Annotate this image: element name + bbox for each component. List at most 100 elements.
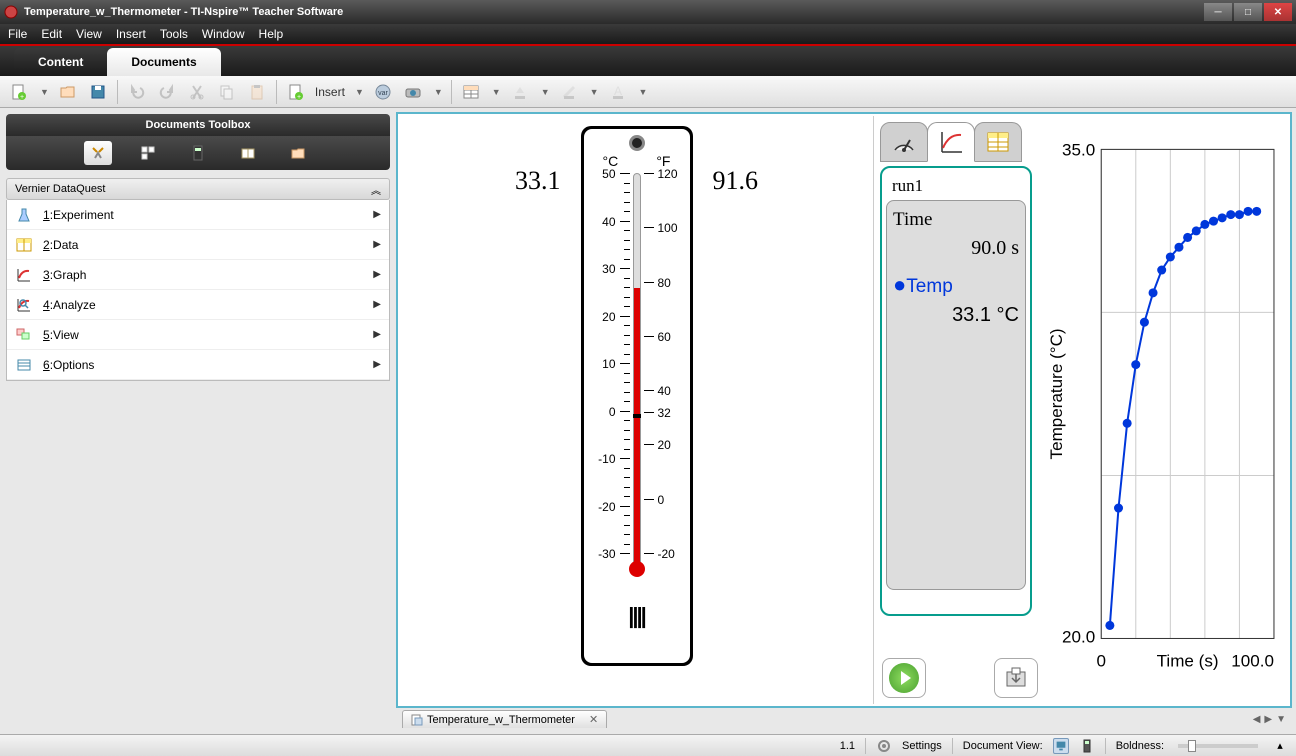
- f-tick-label: -20: [658, 547, 698, 561]
- menu-window[interactable]: Window: [202, 27, 245, 41]
- dq-start-button[interactable]: [882, 658, 926, 698]
- svg-text:Temperature (°C): Temperature (°C): [1047, 328, 1066, 459]
- menu-analyze[interactable]: 4:Analyze ▶: [7, 290, 389, 320]
- variable-button[interactable]: var: [372, 81, 394, 103]
- c-tick-label: -10: [576, 452, 616, 466]
- maximize-button[interactable]: □: [1234, 3, 1262, 21]
- paste-button[interactable]: [246, 81, 268, 103]
- redo-button[interactable]: [156, 81, 178, 103]
- line-color-button[interactable]: [558, 81, 580, 103]
- menu-tools[interactable]: Tools: [160, 27, 188, 41]
- table-dropdown-icon[interactable]: ▼: [492, 87, 501, 97]
- status-docview-label: Document View:: [963, 740, 1043, 752]
- text-color-button[interactable]: A: [607, 81, 629, 103]
- menu-data[interactable]: 2:Data ▶: [7, 230, 389, 260]
- thermometer-tube: [633, 173, 641, 568]
- dq-tab-graph[interactable]: [927, 122, 975, 162]
- menu-file[interactable]: File: [8, 27, 27, 41]
- undo-button[interactable]: [126, 81, 148, 103]
- docview-handheld-icon[interactable]: [1079, 738, 1095, 754]
- toolbox-utilities-icon[interactable]: [234, 141, 262, 165]
- dq-temp-label: Temp: [906, 276, 952, 297]
- thermometer-hanger-icon: [629, 135, 645, 151]
- dq-series-marker-icon: ●: [893, 272, 906, 297]
- dq-run-label[interactable]: run1: [886, 172, 1026, 200]
- document-page: 33.1 °C °F 50403020100-10-20-30: [396, 112, 1292, 708]
- close-button[interactable]: ✕: [1264, 3, 1292, 21]
- menu-help[interactable]: Help: [259, 27, 284, 41]
- settings-icon[interactable]: [876, 738, 892, 754]
- app-icon: [4, 5, 18, 19]
- svg-text:A: A: [614, 84, 622, 98]
- insert-dropdown-icon[interactable]: ▼: [355, 87, 364, 97]
- menu-graph[interactable]: 3:Graph ▶: [7, 260, 389, 290]
- docview-computer-icon[interactable]: [1053, 738, 1069, 754]
- copy-button[interactable]: [216, 81, 238, 103]
- svg-text:+: +: [297, 94, 301, 101]
- svg-text:35.0: 35.0: [1062, 140, 1095, 159]
- toolbox-page-sorter-icon[interactable]: [134, 141, 162, 165]
- dq-info-box: Time 90.0 s ●Temp 33.1 °C: [886, 200, 1026, 590]
- fahrenheit-value: 91.6: [713, 126, 759, 196]
- c-tick-label: 30: [576, 262, 616, 276]
- line-dropdown-icon[interactable]: ▼: [590, 87, 599, 97]
- tab-documents[interactable]: Documents: [107, 48, 220, 76]
- temperature-chart[interactable]: 35.020.00100.0Time (s)Temperature (°C): [1046, 122, 1282, 698]
- insert-label: Insert: [315, 85, 345, 99]
- menu-view[interactable]: View: [76, 27, 102, 41]
- menu-edit[interactable]: Edit: [41, 27, 62, 41]
- screen-capture-button[interactable]: [402, 81, 424, 103]
- c-tick-label: 50: [576, 167, 616, 181]
- cut-button[interactable]: [186, 81, 208, 103]
- minimize-button[interactable]: ─: [1204, 3, 1232, 21]
- document-tab[interactable]: Temperature_w_Thermometer ✕: [402, 710, 607, 728]
- menu-view[interactable]: 5:View ▶: [7, 320, 389, 350]
- tab-content[interactable]: Content: [14, 48, 107, 76]
- document-tab-name: Temperature_w_Thermometer: [427, 714, 575, 726]
- c-tick-label: 20: [576, 310, 616, 324]
- dq-tab-meter[interactable]: [880, 122, 928, 162]
- toolbox-tools-icon[interactable]: [84, 141, 112, 165]
- boldness-up-icon[interactable]: ▴: [1272, 738, 1288, 754]
- open-document-button[interactable]: [57, 81, 79, 103]
- menu-insert[interactable]: Insert: [116, 27, 146, 41]
- f-tick-label: 60: [658, 330, 698, 344]
- vendor-section-header[interactable]: Vernier DataQuest ︽: [6, 178, 390, 200]
- thermometer-display-area: 33.1 °C °F 50403020100-10-20-30: [400, 116, 873, 704]
- new-document-button[interactable]: +: [8, 81, 30, 103]
- vendor-menu-list: 1:Experiment ▶ 2:Data ▶ 3:Graph ▶ 4:Anal…: [6, 200, 390, 381]
- dq-temp-unit: °C: [991, 304, 1019, 326]
- fill-dropdown-icon[interactable]: ▼: [541, 87, 550, 97]
- f-tick-label: 0: [658, 493, 698, 507]
- status-settings-label[interactable]: Settings: [902, 740, 942, 752]
- insert-page-button[interactable]: +: [285, 81, 307, 103]
- new-doc-dropdown-icon[interactable]: ▼: [40, 87, 49, 97]
- table-button[interactable]: [460, 81, 482, 103]
- svg-text:100.0: 100.0: [1231, 652, 1274, 671]
- svg-text:+: +: [20, 94, 24, 101]
- doc-nav-next-icon[interactable]: ▶: [1264, 714, 1272, 725]
- status-page-number[interactable]: 1.1: [840, 740, 855, 752]
- dq-store-button[interactable]: [994, 658, 1038, 698]
- doc-nav-prev-icon[interactable]: ◀: [1253, 714, 1261, 725]
- document-tabs-bar: Temperature_w_Thermometer ✕ ◀ ▶ ▼: [396, 708, 1292, 730]
- toolbox-title: Documents Toolbox: [6, 114, 390, 136]
- dq-time-label: Time: [893, 209, 1019, 231]
- dq-tab-table[interactable]: [974, 122, 1022, 162]
- doc-nav-list-icon[interactable]: ▼: [1276, 714, 1286, 725]
- dq-chart-area[interactable]: 35.020.00100.0Time (s)Temperature (°C): [1046, 122, 1282, 698]
- save-button[interactable]: [87, 81, 109, 103]
- boldness-slider[interactable]: [1178, 744, 1258, 748]
- capture-dropdown-icon[interactable]: ▼: [434, 87, 443, 97]
- svg-text:20.0: 20.0: [1062, 627, 1095, 646]
- c-tick-label: -20: [576, 500, 616, 514]
- dq-side-panel: run1 Time 90.0 s ●Temp 33.1 °C: [880, 166, 1032, 616]
- document-tab-close-icon[interactable]: ✕: [589, 713, 598, 726]
- menu-options[interactable]: 6:Options ▶: [7, 350, 389, 380]
- toolbox-calculator-icon[interactable]: [184, 141, 212, 165]
- dq-time-value: 90.0 s: [893, 237, 1019, 260]
- text-dropdown-icon[interactable]: ▼: [639, 87, 648, 97]
- fill-color-button[interactable]: [509, 81, 531, 103]
- toolbox-content-icon[interactable]: [284, 141, 312, 165]
- menu-experiment[interactable]: 1:Experiment ▶: [7, 200, 389, 230]
